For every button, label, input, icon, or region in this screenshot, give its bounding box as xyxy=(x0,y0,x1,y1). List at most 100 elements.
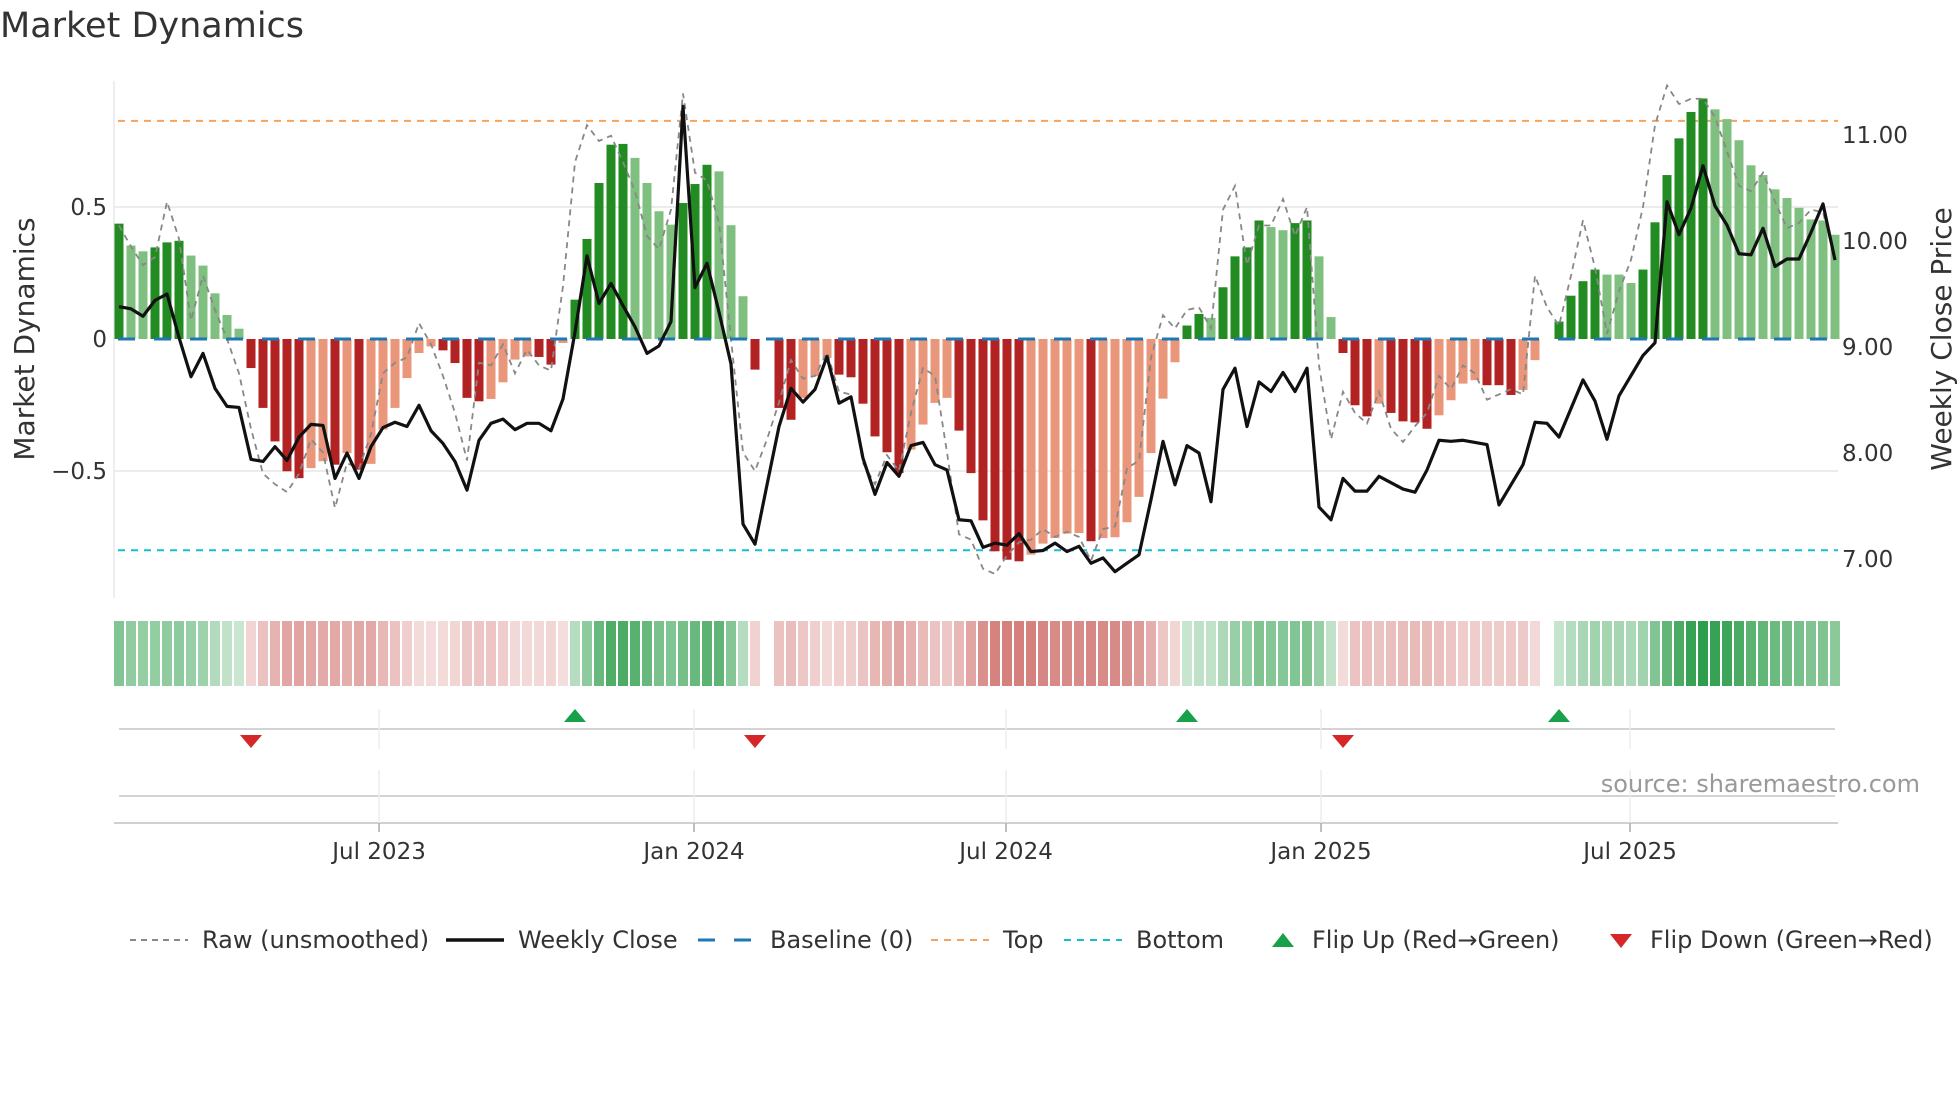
heat-strip-cell xyxy=(1506,621,1516,686)
heat-strip-cell xyxy=(918,621,928,686)
dynamics-bar xyxy=(966,339,976,474)
dynamics-bar xyxy=(1494,339,1504,386)
left-tick-label: 0 xyxy=(92,327,107,353)
heat-strip-cell xyxy=(1362,621,1372,686)
heat-strip-cell xyxy=(1338,621,1348,686)
raw-legend-swatch-icon xyxy=(130,939,188,941)
dynamics-bar xyxy=(1194,313,1204,339)
heat-strip-cell xyxy=(1746,621,1756,686)
dynamics-bar xyxy=(450,339,460,364)
dynamics-bar xyxy=(1074,339,1084,534)
dynamics-bar xyxy=(1350,339,1360,406)
heat-strip-cell xyxy=(606,621,616,686)
dynamics-bar xyxy=(1590,269,1600,339)
dynamics-bar xyxy=(702,164,712,339)
dynamics-bar xyxy=(1566,295,1576,339)
bottom-legend-swatch-icon xyxy=(1064,939,1122,941)
heat-strip-cell xyxy=(1374,621,1384,686)
heat-strip-cell xyxy=(378,621,388,686)
heat-strip-cell xyxy=(822,621,832,686)
heat-strip-cell xyxy=(870,621,880,686)
heat-strip-cell xyxy=(942,621,952,686)
heat-strip-cell xyxy=(726,621,736,686)
flip-up-legend-swatch-icon xyxy=(1272,933,1294,947)
dynamics-bar xyxy=(1122,339,1132,523)
heat-strip-cell xyxy=(1182,621,1192,686)
heat-strip-cell xyxy=(1326,621,1336,686)
flip-down-marker xyxy=(240,735,262,748)
heat-strip-cell xyxy=(1638,621,1648,686)
heat-strip-cell xyxy=(1230,621,1240,686)
heat-strip-cell xyxy=(1470,621,1480,686)
dynamics-bar xyxy=(270,339,280,442)
heat-strip-cell xyxy=(834,621,844,686)
dynamics-bar xyxy=(1578,281,1588,339)
heat-strip-cell xyxy=(1578,621,1588,686)
dynamics-bar xyxy=(1038,339,1048,544)
dynamics-bar xyxy=(1002,339,1012,560)
heat-strip-cell xyxy=(414,621,424,686)
legend-label: Bottom xyxy=(1136,926,1225,954)
heat-strip-cell xyxy=(450,621,460,686)
heat-strip-cell xyxy=(1590,621,1600,686)
dynamics-bar xyxy=(1506,339,1516,395)
legend-item-flip-down: Flip Down (Green→Red) xyxy=(1606,924,1933,956)
dynamics-bar xyxy=(1134,339,1144,497)
dynamics-bar xyxy=(246,339,256,369)
heat-strip-cell xyxy=(402,621,412,686)
heat-strip-cell xyxy=(1242,621,1252,686)
dynamics-bar xyxy=(1362,339,1372,417)
heat-strip-cell xyxy=(210,621,220,686)
heat-strip-cell xyxy=(1662,621,1672,686)
heat-strip-cell xyxy=(594,621,604,686)
heat-strip-cell xyxy=(174,621,184,686)
heat-strip-cell xyxy=(198,621,208,686)
heat-strip-cell xyxy=(1554,621,1564,686)
heat-strip-cell xyxy=(1290,621,1300,686)
heat-strip-cell xyxy=(1650,621,1660,686)
heat-strip-cell xyxy=(1014,621,1024,686)
heat-strip-cell xyxy=(1530,621,1540,686)
heat-strip-cell xyxy=(1686,621,1696,686)
heat-strip-cell xyxy=(1086,621,1096,686)
dynamics-bar xyxy=(1818,220,1828,339)
heat-strip-cell xyxy=(798,621,808,686)
legend-item-close: Weekly Close xyxy=(446,924,678,956)
heat-strip-cell xyxy=(294,621,304,686)
legend-label: Flip Down (Green→Red) xyxy=(1650,926,1933,954)
dynamics-bar xyxy=(1278,230,1288,339)
flip-down-marker xyxy=(1332,735,1354,748)
dynamics-bar xyxy=(1674,138,1684,339)
heat-strip-cell xyxy=(258,621,268,686)
dynamics-bar xyxy=(810,339,820,377)
heat-strip-cell xyxy=(1278,621,1288,686)
dynamics-bar xyxy=(1446,339,1456,401)
heat-strip-cell xyxy=(1074,621,1084,686)
heat-strip-cell xyxy=(114,621,124,686)
dynamics-bar xyxy=(294,339,304,479)
heat-strip-cell xyxy=(618,621,628,686)
dynamics-bar xyxy=(306,339,316,469)
left-tick-label: 0.5 xyxy=(70,195,107,221)
legend-label: Top xyxy=(1003,926,1044,954)
dynamics-bar xyxy=(1470,339,1480,381)
heat-strip-cell xyxy=(714,621,724,686)
dynamics-bar xyxy=(1158,339,1168,399)
dynamics-bar xyxy=(486,339,496,399)
heat-strip-cell xyxy=(1434,621,1444,686)
dynamics-bar xyxy=(1482,339,1492,386)
baseline-legend-swatch-icon xyxy=(698,938,756,942)
dynamics-bar xyxy=(1458,339,1468,384)
dynamics-bar xyxy=(1410,339,1420,423)
dynamics-bar xyxy=(162,242,172,339)
heat-strip-cell xyxy=(1194,621,1204,686)
heat-strip-cell xyxy=(990,621,1000,686)
heat-strip-cell xyxy=(342,621,352,686)
dynamics-bar xyxy=(750,339,760,370)
heat-strip-cell xyxy=(630,621,640,686)
heat-strip-cell xyxy=(1158,621,1168,686)
heat-strip-cell xyxy=(1062,621,1072,686)
legend-item-raw: Raw (unsmoothed) xyxy=(130,924,429,956)
heat-strip-cell xyxy=(1626,621,1636,686)
heat-strip-cell xyxy=(330,621,340,686)
